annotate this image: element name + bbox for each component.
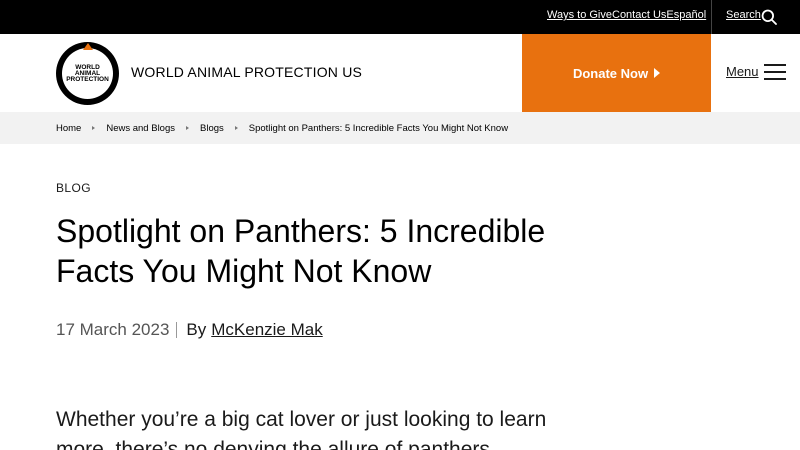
utility-divider	[711, 0, 712, 34]
breadcrumb-current-page: Spotlight on Panthers: 5 Incredible Fact…	[248, 122, 509, 134]
breadcrumb: Home News and Blogs Blogs Spotlight on P…	[0, 112, 800, 144]
article-date: 17 March 2023	[56, 320, 170, 339]
breadcrumb-separator-icon	[92, 126, 96, 130]
breadcrumb-separator-icon	[234, 126, 238, 130]
donate-button[interactable]: Donate Now	[522, 34, 711, 112]
logo-triangle-icon	[83, 43, 93, 50]
search-link[interactable]: Search	[726, 9, 761, 21]
breadcrumb-news-and-blogs[interactable]: News and Blogs	[106, 123, 175, 134]
article-title: Spotlight on Panthers: 5 Incredible Fact…	[56, 213, 546, 289]
ways-to-give-link[interactable]: Ways to Give	[547, 9, 612, 21]
hamburger-icon[interactable]	[764, 64, 786, 80]
article-meta: 17 March 2023 By McKenzie Mak	[56, 320, 323, 340]
meta-divider	[176, 322, 178, 338]
menu-label[interactable]: Menu	[726, 64, 759, 79]
author-link[interactable]: McKenzie Mak	[211, 320, 322, 340]
breadcrumb-home[interactable]: Home	[56, 123, 81, 134]
breadcrumb-blogs[interactable]: Blogs	[200, 123, 224, 134]
article-lede: Whether you’re a big cat lover or just l…	[56, 408, 547, 450]
play-arrow-icon	[654, 68, 661, 78]
brand-name[interactable]: WORLD ANIMAL PROTECTION US	[131, 64, 362, 80]
logo[interactable]: WORLD ANIMAL PROTECTION	[56, 42, 119, 105]
contact-us-link[interactable]: Contact Us	[612, 9, 666, 21]
article-category: BLOG	[56, 181, 91, 195]
logo-badge: WORLD ANIMAL PROTECTION	[62, 48, 113, 99]
breadcrumb-separator-icon	[186, 126, 189, 130]
donate-label: Donate Now	[572, 65, 649, 81]
logo-line-3: PROTECTION	[66, 75, 109, 83]
utility-links: Ways to GiveContact UsEspañol	[547, 9, 706, 21]
search-icon[interactable]	[761, 9, 777, 25]
espanol-link[interactable]: Español	[666, 9, 706, 21]
byline-prefix: By	[186, 320, 207, 339]
